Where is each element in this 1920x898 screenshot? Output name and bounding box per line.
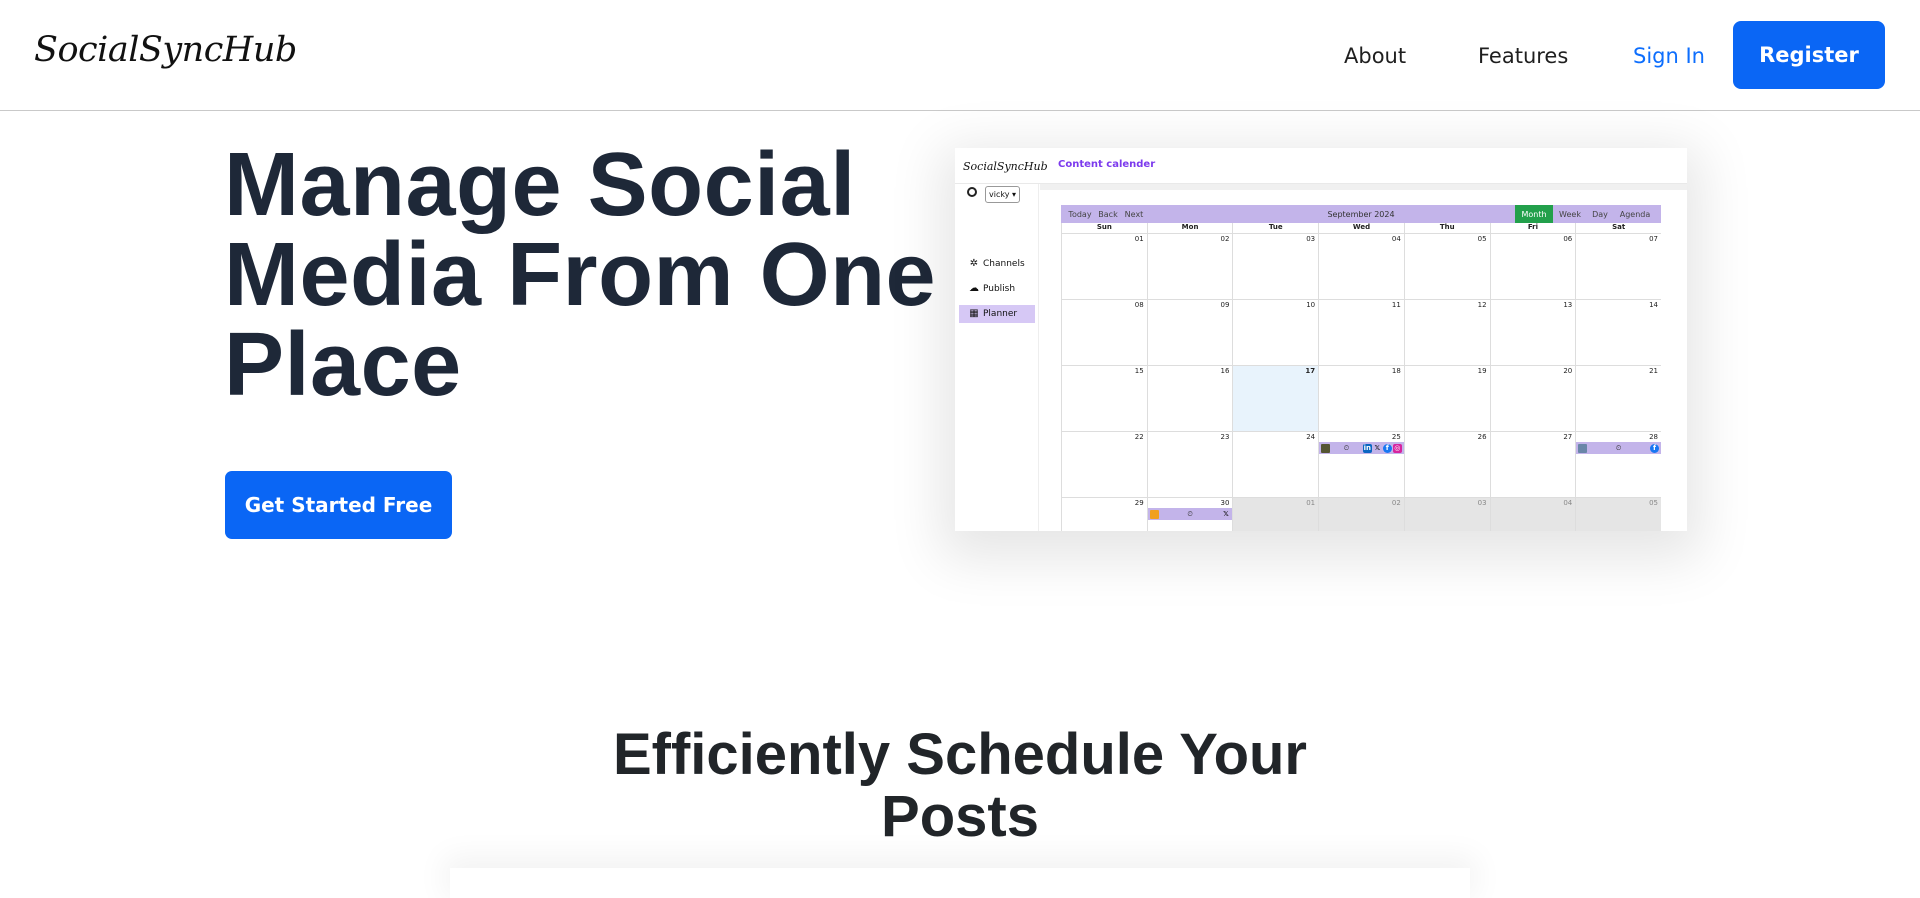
preview-day-cell: 29 (1061, 497, 1147, 531)
user-icon (967, 187, 977, 197)
preview-day-cell: 20 (1489, 365, 1576, 431)
x-icon: 𝕏 (1223, 509, 1229, 518)
preview-day-cell: 18 (1318, 365, 1404, 431)
navbar: SocialSyncHub About Features Sign In Reg… (0, 0, 1920, 111)
preview-day-cell: 25 (1318, 431, 1404, 497)
clock-icon: ⏲ (1187, 509, 1193, 518)
cloud-icon: ☁ (969, 283, 979, 294)
preview-view-week: Week (1559, 209, 1581, 219)
section-title: Efficiently Schedule Your Posts (612, 722, 1308, 849)
preview-day-cell: 24 (1232, 431, 1319, 497)
facebook-icon: f (1382, 443, 1392, 453)
clock-icon: ⏲ (1343, 443, 1350, 452)
preview-day-cell: 14 (1575, 299, 1661, 365)
post-thumbnail (1321, 443, 1331, 453)
post-thumbnail (1149, 509, 1159, 519)
preview-day-cell: 27 (1489, 431, 1576, 497)
preview-view-agenda: Agenda (1619, 209, 1651, 219)
preview-day-cell: 17 (1232, 365, 1319, 431)
preview-nav-label: Planner (983, 309, 1018, 319)
facebook-icon: f (1649, 443, 1659, 453)
preview-nav-label: Publish (983, 284, 1016, 294)
preview-view-day: Day (1592, 209, 1608, 219)
preview-day-cell: 22 (1061, 431, 1147, 497)
next-section-shadow (450, 868, 1470, 898)
preview-day-cell: 07 (1575, 233, 1661, 299)
post-thumbnail (1578, 443, 1588, 453)
preview-day-cell: 01 (1061, 233, 1147, 299)
preview-day-cell: 02 (1318, 497, 1404, 531)
preview-day-cell: 08 (1061, 299, 1147, 365)
preview-weekday-header: Thu (1403, 223, 1490, 233)
clock-icon: ⏲ (1615, 443, 1622, 452)
preview-day-cell: 28 (1575, 431, 1661, 497)
preview-next-button: Next (1124, 209, 1144, 219)
calendar-icon: ▦ (969, 308, 979, 319)
get-started-button[interactable]: Get Started Free (225, 471, 452, 539)
preview-scheduled-post: ⏲ f (1576, 442, 1661, 454)
preview-nav-label: Channels (983, 259, 1025, 269)
preview-day-cell: 05 (1575, 497, 1661, 531)
instagram-icon: ◎ (1392, 443, 1402, 453)
preview-day-cell: 03 (1232, 233, 1319, 299)
preview-user-select: vicky ▾ (985, 186, 1020, 203)
preview-weekday-header: Sat (1575, 223, 1661, 233)
preview-calendar-toolbar: Today Back Next September 2024 Month Wee… (1061, 205, 1661, 223)
preview-day-cell: 26 (1403, 431, 1490, 497)
preview-day-cell: 02 (1146, 233, 1233, 299)
linkedin-icon: in (1362, 443, 1372, 453)
hero-title: Manage Social Media From One Place (224, 135, 937, 415)
preview-back-button: Back (1098, 209, 1118, 219)
preview-sidebar (955, 184, 1039, 531)
nav-features-link[interactable]: Features (1478, 44, 1568, 68)
preview-heading: Content calender (1058, 159, 1156, 170)
app-preview-screenshot: SocialSyncHub Content calender vicky ▾ ✲… (955, 148, 1687, 531)
sign-in-link[interactable]: Sign In (1633, 44, 1705, 68)
x-icon: 𝕏 (1374, 443, 1381, 452)
brand-logo[interactable]: SocialSyncHub (34, 30, 297, 70)
preview-scheduled-post: ⏲ 𝕏 (1147, 508, 1233, 520)
preview-day-cell: 15 (1061, 365, 1147, 431)
preview-brand: SocialSyncHub (963, 160, 1048, 173)
preview-today-button: Today (1068, 209, 1092, 219)
preview-day-cell: 19 (1403, 365, 1490, 431)
preview-topbar: SocialSyncHub Content calender (955, 148, 1687, 184)
preview-weekday-header: Fri (1489, 223, 1576, 233)
preview-day-cell: 10 (1232, 299, 1319, 365)
preview-nav-channels: ✲ Channels (959, 255, 1035, 273)
preview-weekday-header: Wed (1318, 223, 1404, 233)
nav-about-link[interactable]: About (1344, 44, 1406, 68)
preview-nav-publish: ☁ Publish (959, 280, 1035, 298)
preview-nav-planner: ▦ Planner (959, 305, 1035, 323)
preview-weekday-header: Tue (1232, 223, 1318, 233)
preview-day-cell: 09 (1146, 299, 1233, 365)
preview-view-month: Month (1515, 205, 1553, 223)
preview-weekday-header: Sun (1061, 223, 1147, 233)
register-button[interactable]: Register (1733, 21, 1885, 89)
preview-weekday-header: Mon (1146, 223, 1233, 233)
asterisk-icon: ✲ (969, 258, 979, 269)
preview-day-cell: 03 (1403, 497, 1490, 531)
preview-day-cell: 04 (1489, 497, 1576, 531)
preview-day-cell: 01 (1232, 497, 1319, 531)
preview-day-cell: 13 (1489, 299, 1576, 365)
preview-day-cell: 04 (1318, 233, 1404, 299)
preview-day-cell: 12 (1403, 299, 1490, 365)
preview-day-cell: 16 (1146, 365, 1233, 431)
preview-month-label: September 2024 (1327, 209, 1395, 219)
preview-scheduled-post: ⏲ in 𝕏f ◎ (1319, 442, 1404, 454)
preview-day-cell: 21 (1575, 365, 1661, 431)
preview-day-cell: 23 (1146, 431, 1233, 497)
preview-day-cell: 05 (1403, 233, 1490, 299)
preview-day-cell: 06 (1489, 233, 1576, 299)
preview-day-cell: 11 (1318, 299, 1404, 365)
